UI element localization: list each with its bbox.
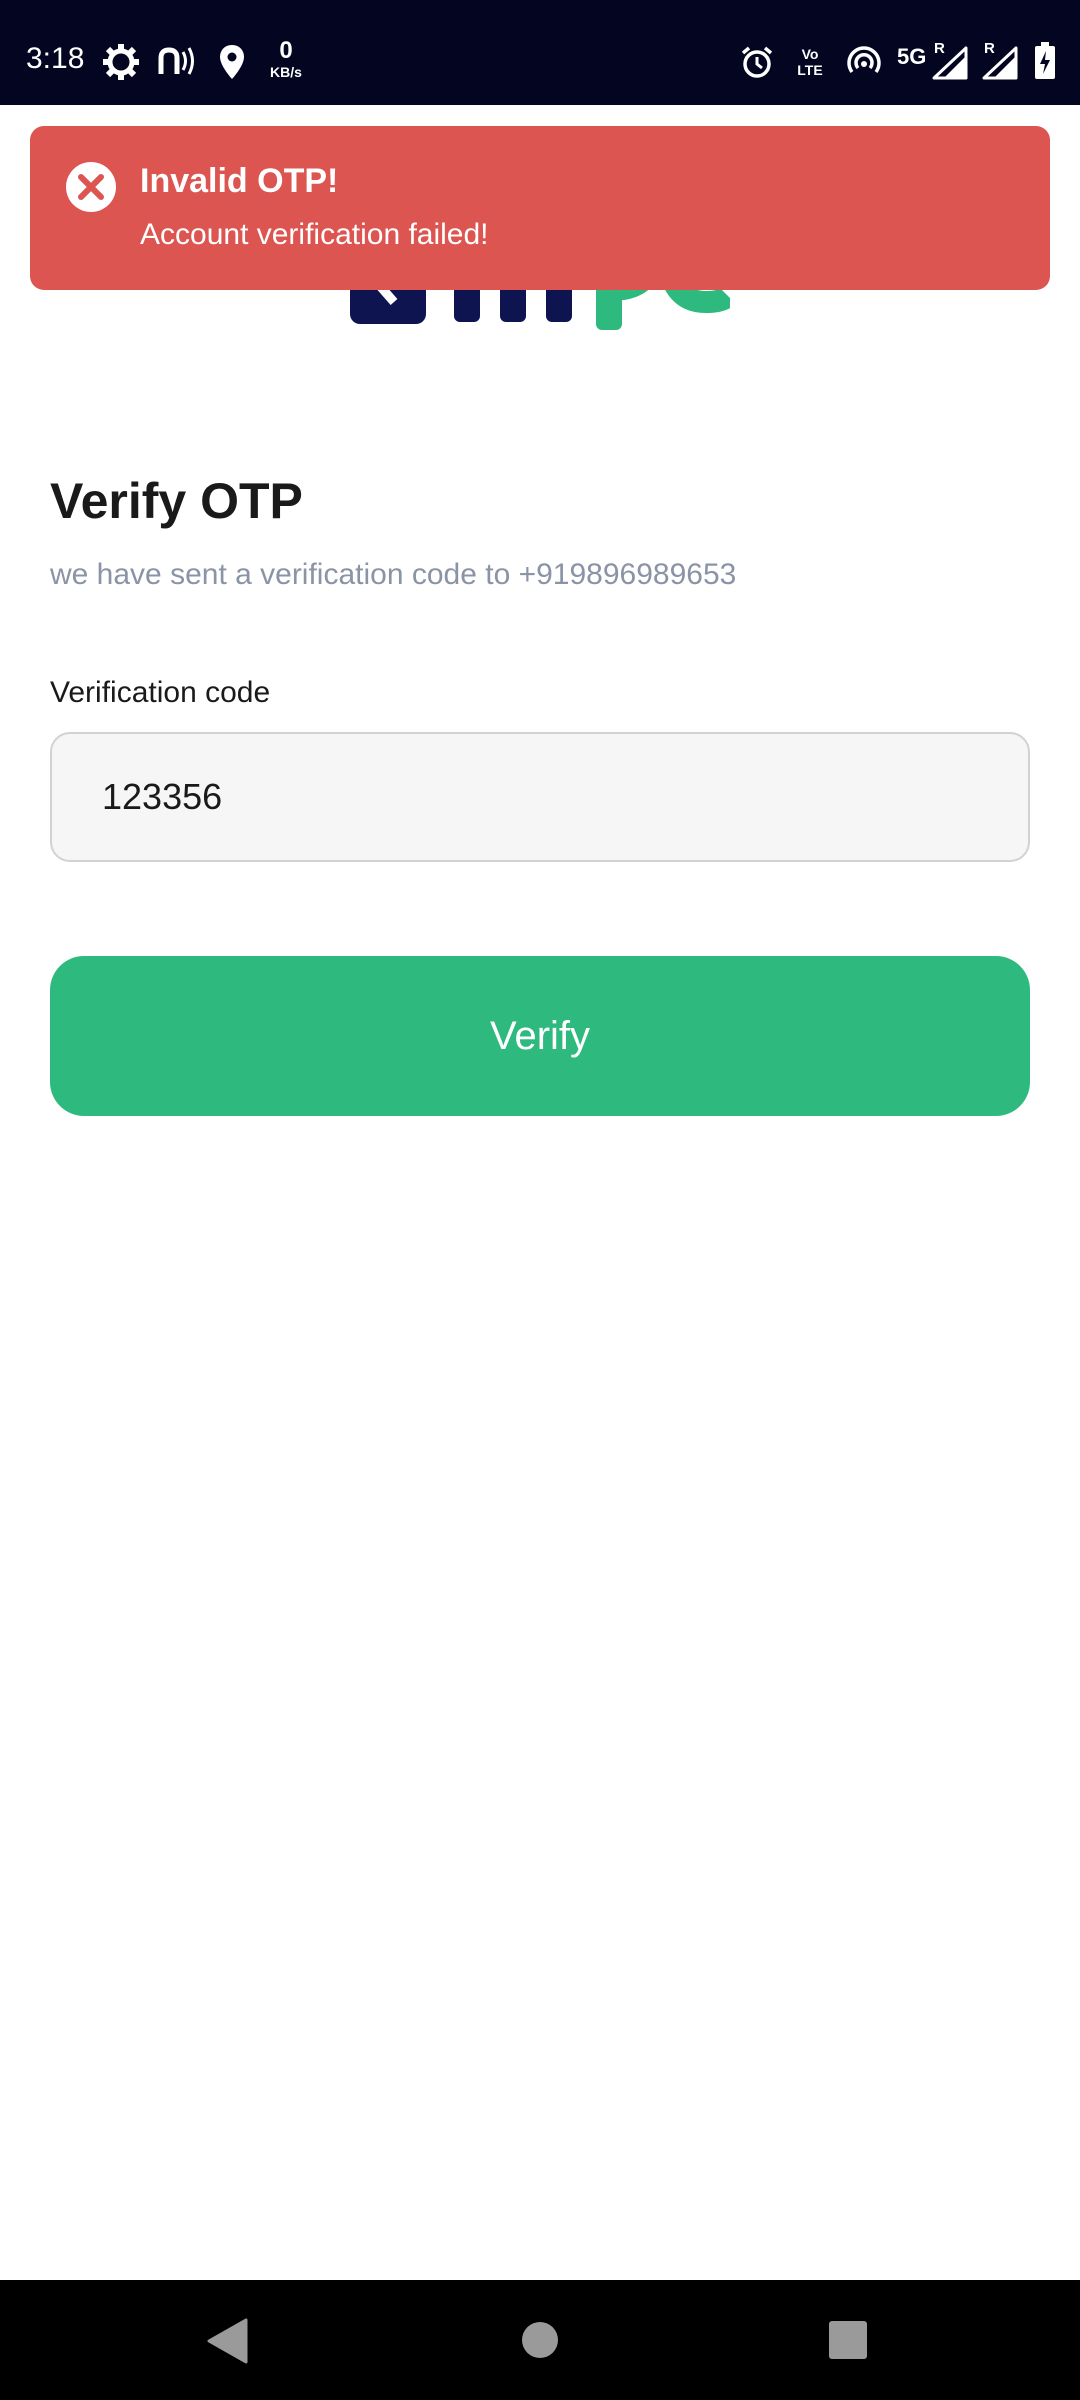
verify-button[interactable]: Verify	[50, 956, 1030, 1116]
toast-message: Account verification failed!	[140, 218, 489, 251]
hotspot-icon	[847, 46, 881, 74]
nfc-icon	[158, 47, 194, 75]
volte-bottom-label: LTE	[797, 62, 823, 78]
error-toast[interactable]: Invalid OTP! Account verification failed…	[30, 126, 1050, 290]
volte-top-label: Vo	[801, 46, 819, 62]
toast-title: Invalid OTP!	[140, 162, 339, 200]
network-speed-value: 0	[279, 37, 293, 64]
network-type: 5G	[897, 44, 927, 69]
battery-charging-icon	[1035, 42, 1055, 79]
home-icon[interactable]	[520, 2320, 560, 2360]
recents-icon[interactable]	[828, 2320, 868, 2360]
verification-code-label: Verification code	[50, 676, 271, 709]
volte-icon: Vo LTE	[790, 46, 830, 78]
error-circle-x-icon	[66, 162, 116, 212]
back-icon[interactable]	[206, 2318, 248, 2364]
network-speed: 0 KB/s	[266, 37, 306, 81]
page-title: Verify OTP	[50, 473, 303, 529]
alarm-icon	[741, 46, 773, 78]
location-icon	[220, 45, 244, 79]
settings-gear-icon	[103, 44, 139, 80]
navigation-bar	[0, 2280, 1080, 2400]
status-bar: 3:18 0 KB/s Vo LTE 5G R R	[0, 0, 1080, 105]
verification-code-input[interactable]	[50, 732, 1030, 862]
signal-icon	[932, 46, 968, 80]
network-speed-unit: KB/s	[270, 64, 302, 80]
page-subtitle: we have sent a verification code to +919…	[50, 558, 737, 591]
status-time: 3:18	[26, 42, 85, 75]
signal-icon	[982, 46, 1018, 80]
